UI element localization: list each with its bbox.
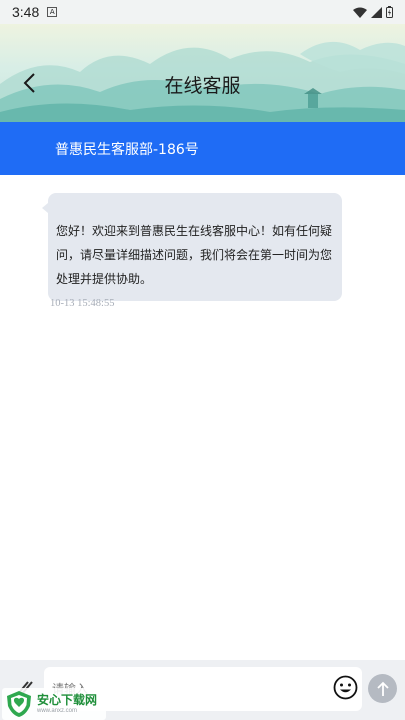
signal-icon	[371, 6, 382, 18]
shield-logo-icon	[7, 691, 31, 717]
chat-messages[interactable]: 您好！欢迎来到普惠民生在线客服中心！如有任何疑问，请尽量详细描述问题，我们将会在…	[0, 175, 405, 660]
status-bar: 3:48 A	[0, 0, 405, 24]
notification-badge: A	[47, 7, 58, 17]
battery-icon	[386, 6, 393, 18]
send-button[interactable]	[368, 674, 397, 703]
header: 在线客服	[0, 24, 405, 122]
wifi-icon	[353, 7, 367, 18]
message-bubble: 您好！欢迎来到普惠民生在线客服中心！如有任何疑问，请尽量详细描述问题，我们将会在…	[42, 193, 342, 301]
message-timestamp: 10-13 15:48:55	[50, 298, 115, 309]
agent-name-bar: 普惠民生客服部-186号	[0, 122, 405, 175]
smiley-icon[interactable]	[333, 675, 358, 700]
status-icons	[353, 6, 393, 18]
watermark-title: 安心下载网	[37, 692, 98, 707]
agent-name: 普惠民生客服部-186号	[55, 141, 199, 158]
message-text: 您好！欢迎来到普惠民生在线客服中心！如有任何疑问，请尽量详细描述问题，我们将会在…	[56, 224, 333, 286]
watermark-url: www.anxz.com	[37, 707, 78, 714]
arrow-up-icon	[376, 681, 389, 696]
watermark: 安心下载网 www.anxz.com	[2, 688, 106, 720]
status-time: 3:48	[12, 4, 40, 20]
page-title: 在线客服	[164, 75, 241, 97]
